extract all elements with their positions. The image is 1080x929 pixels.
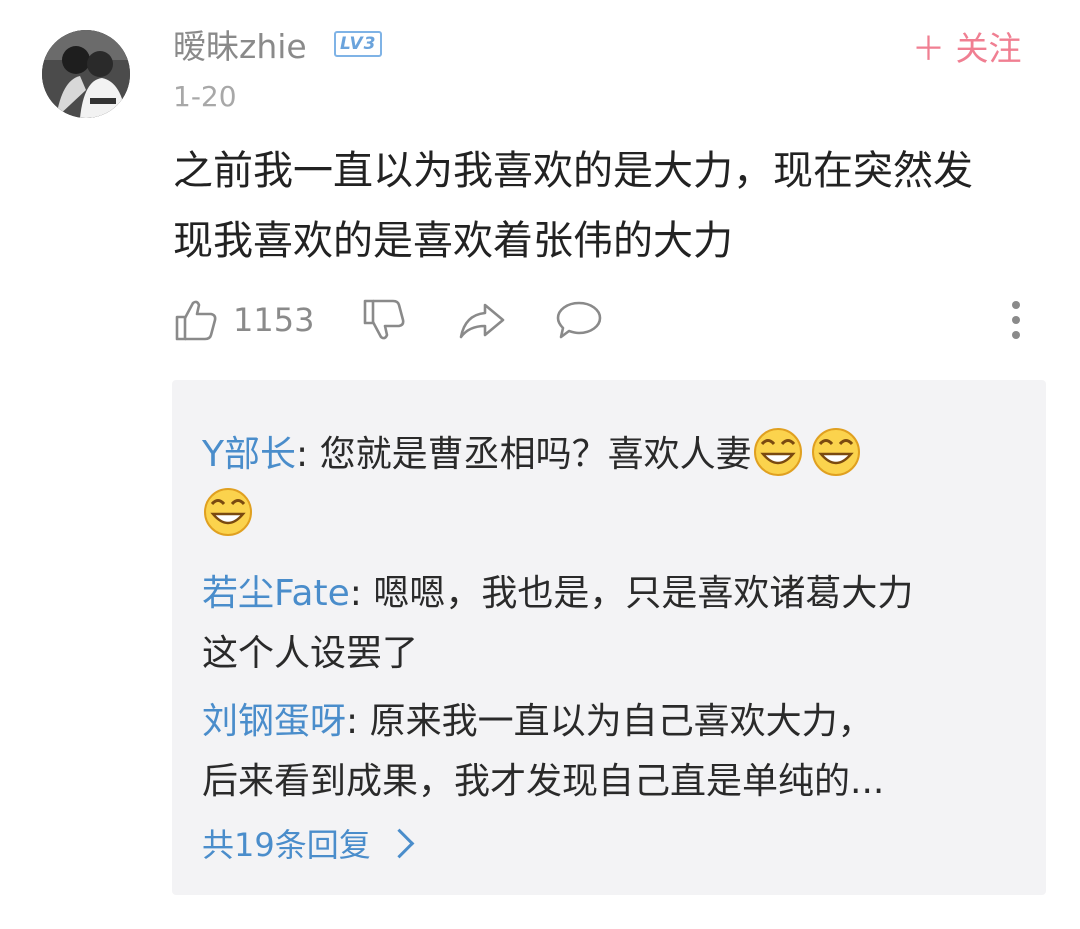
avatar-image — [42, 30, 130, 118]
like-button[interactable]: 1153 — [173, 290, 314, 350]
reply-separator: : — [349, 573, 374, 614]
dislike-button[interactable] — [361, 290, 407, 350]
reply-text: 嗯嗯，我也是，只是喜欢诸葛大力 — [373, 573, 914, 614]
reply-item: 刘钢蛋呀: 原来我一直以为自己喜欢大力， 后来看到成果，我才发现自己直是单纯的.… — [202, 692, 1002, 812]
comment-actions: 1153 — [173, 290, 1033, 350]
reply-author[interactable]: Y部长 — [202, 434, 296, 475]
reply-button[interactable] — [555, 290, 603, 350]
share-icon — [459, 303, 505, 339]
follow-button[interactable]: ＋ 关注 — [912, 22, 1022, 70]
view-all-replies-link[interactable]: 共19条回复 — [202, 820, 415, 866]
avatar[interactable] — [42, 30, 130, 118]
comment-text-line: 现我喜欢的是喜欢着张伟的大力 — [173, 218, 733, 264]
reply-text: 原来我一直以为自己喜欢大力， — [369, 701, 874, 742]
comment-icon — [556, 301, 602, 339]
chevron-right-icon — [384, 828, 415, 859]
reply-text: 这个人设罢了 — [202, 633, 419, 674]
like-count: 1153 — [233, 301, 315, 339]
more-vertical-icon — [1012, 301, 1020, 339]
reply-item: Y部长: 您就是曹丞相吗？喜欢人妻 — [202, 425, 1002, 545]
comment-text-line: 之前我一直以为我喜欢的是大力，现在突然发 — [173, 148, 973, 194]
thumbs-up-icon — [175, 300, 217, 341]
grinning-emoji-icon — [204, 488, 252, 536]
share-button[interactable] — [457, 290, 507, 350]
reply-text: 您就是曹丞相吗？喜欢人妻 — [319, 434, 752, 475]
reply-separator: : — [296, 434, 320, 475]
thumbs-down-icon — [363, 299, 405, 340]
username[interactable]: 暧昧zhie — [173, 20, 307, 68]
comment-text: 之前我一直以为我喜欢的是大力，现在突然发 现我喜欢的是喜欢着张伟的大力 — [173, 136, 1053, 276]
reply-text: 后来看到成果，我才发现自己直是单纯的... — [202, 761, 885, 802]
grinning-emoji-icon — [753, 428, 802, 476]
reply-item: 若尘Fate: 嗯嗯，我也是，只是喜欢诸葛大力 这个人设罢了 — [202, 564, 1002, 684]
level-badge: LV3 — [334, 31, 383, 57]
grinning-emoji-icon — [811, 428, 860, 476]
reply-author[interactable]: 刘钢蛋呀 — [202, 701, 346, 742]
view-all-replies-label: 共19条回复 — [202, 826, 371, 864]
more-options-button[interactable] — [1001, 298, 1031, 342]
reply-author[interactable]: 若尘Fate — [202, 573, 350, 614]
reply-separator: : — [346, 701, 370, 742]
replies-panel: Y部长: 您就是曹丞相吗？喜欢人妻 若尘Fate: 嗯嗯，我也是，只是喜欢诸葛大… — [172, 380, 1046, 895]
comment-date: 1-20 — [173, 80, 237, 113]
